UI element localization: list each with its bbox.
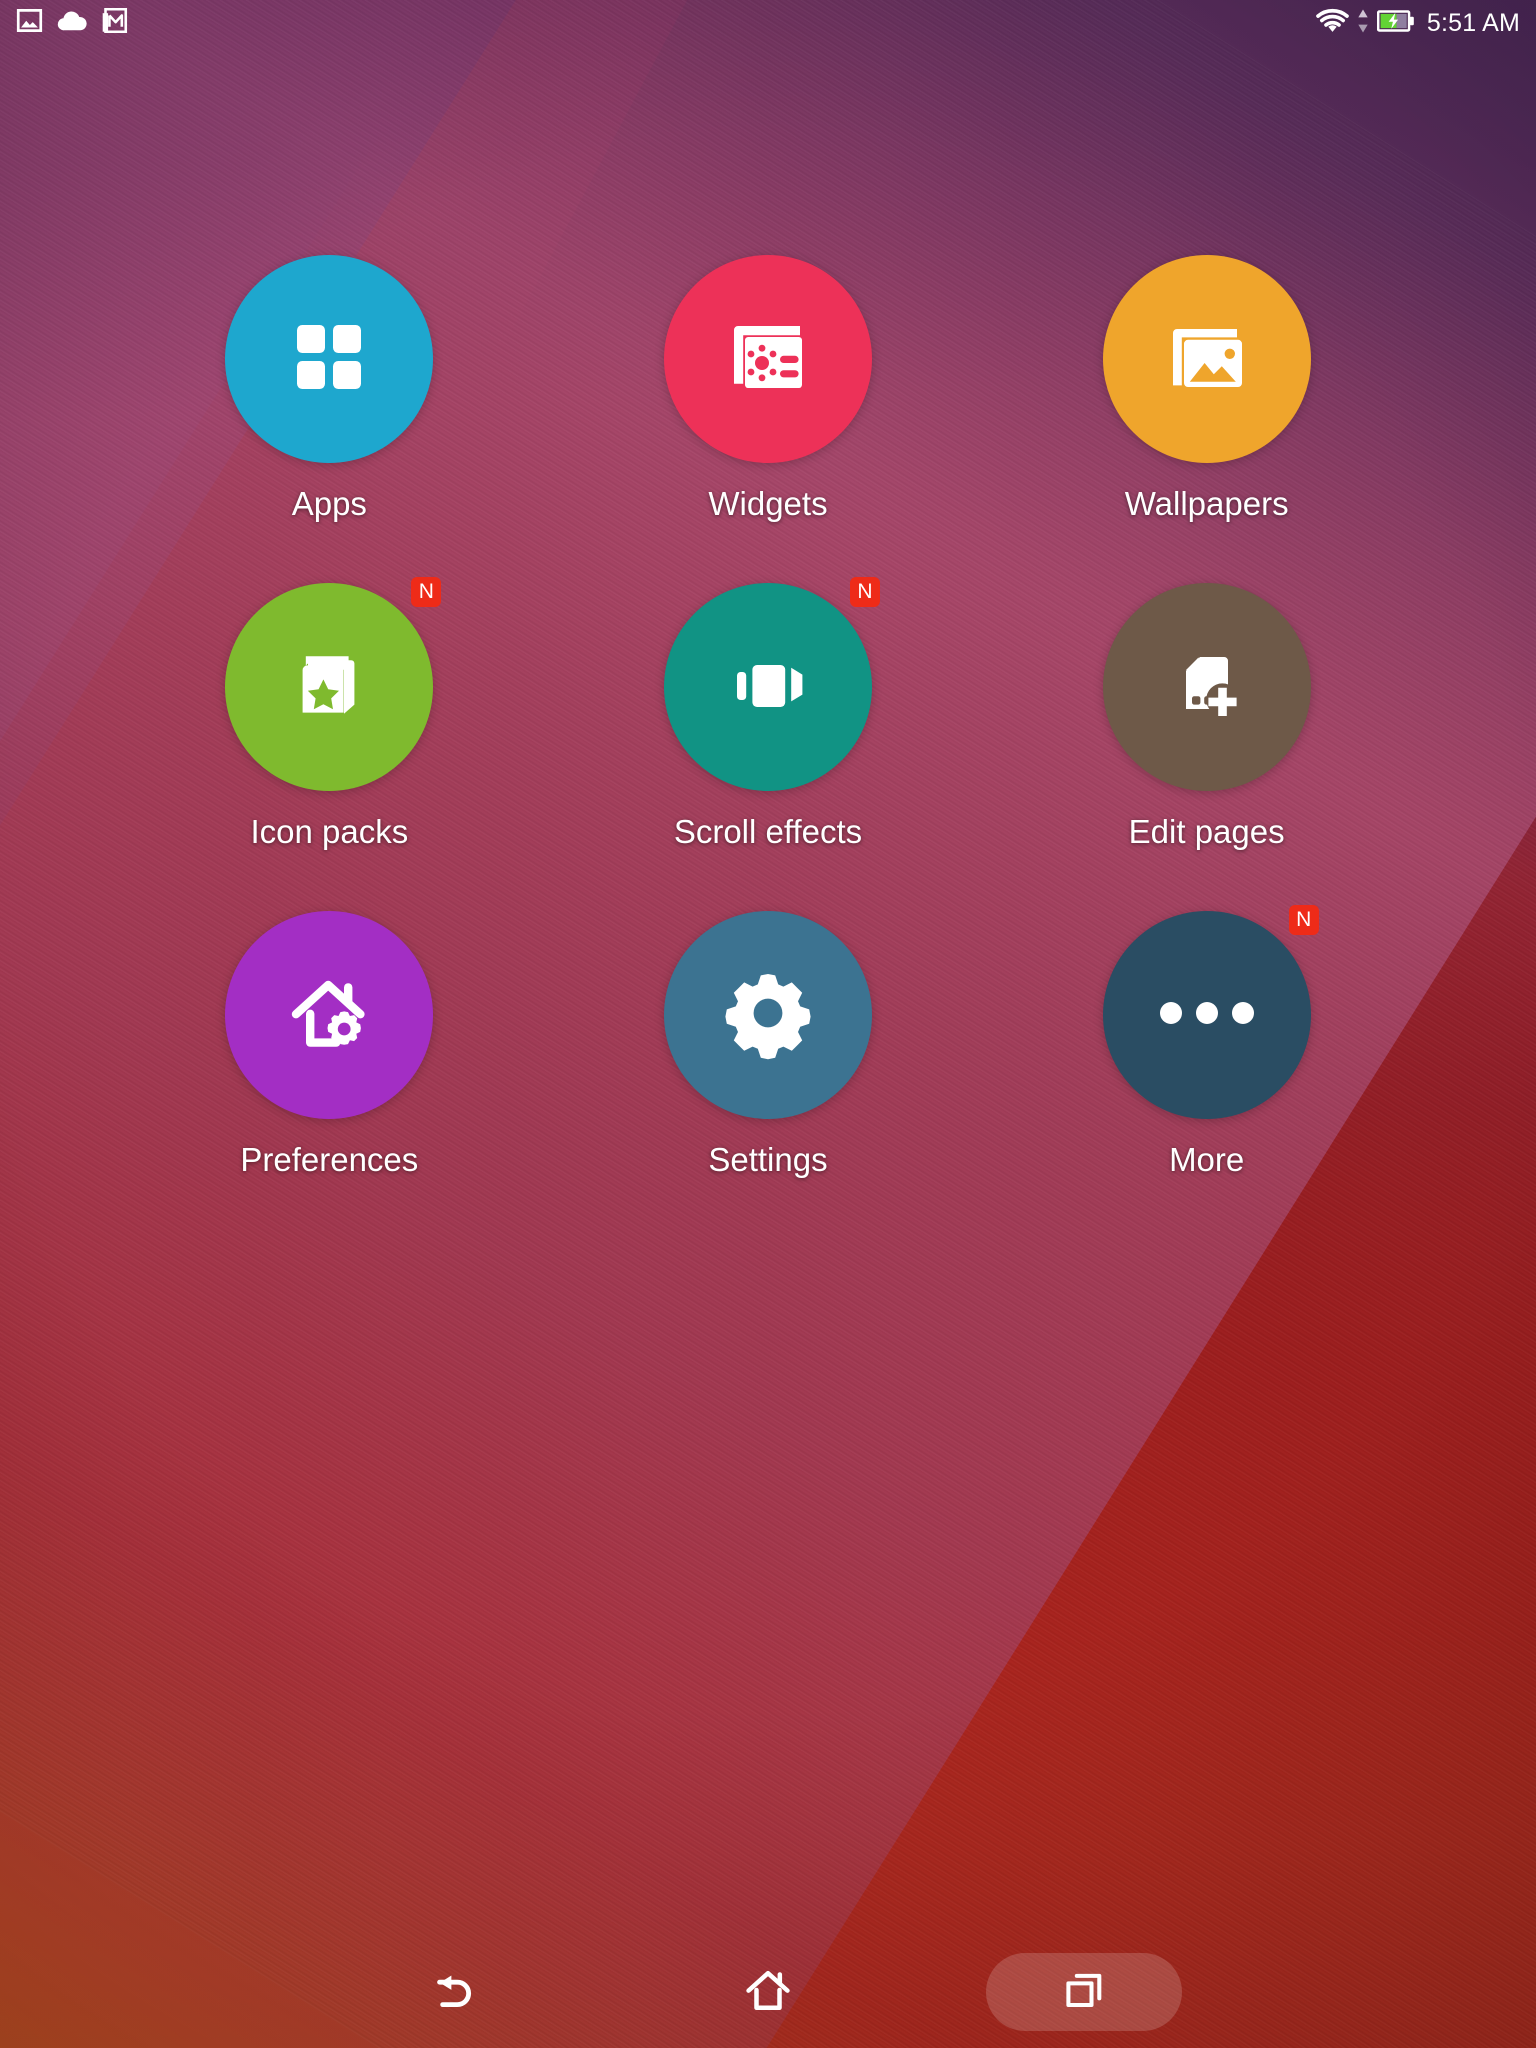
home-setting-label: Wallpapers [1124,485,1289,522]
home-setting-edit-pages[interactable]: Edit pages [987,583,1426,851]
page-add-icon [1159,637,1255,738]
new-badge: N [411,577,442,607]
widgets-circle[interactable] [663,255,872,463]
gmail-icon [101,7,128,39]
cloud-upload-icon [57,7,87,39]
wallpaper-photo-icon [1157,307,1257,412]
gear-icon [716,961,820,1070]
new-badge: N [849,577,880,607]
status-bar-clock: 5:51 AM [1426,8,1520,37]
home-setting-widgets[interactable]: Widgets [549,255,988,523]
device-screen: 5:51 AM Apps Widgets Wallpapers N Icon p… [0,0,1536,2048]
home-setting-label: Widgets [708,485,828,522]
home-setting-label: Apps [291,485,367,522]
icon-packs-circle[interactable] [225,583,434,791]
wallpapers-circle[interactable] [1102,255,1311,463]
scroll-effect-icon [716,633,820,742]
home-setting-label: More [1169,1141,1245,1178]
new-badge: N [1288,905,1319,935]
screenshot-icon [16,7,43,39]
apps-grid-icon [281,309,377,410]
edit-pages-circle[interactable] [1102,583,1311,791]
home-setting-label: Edit pages [1128,813,1285,850]
back-button[interactable] [354,1953,550,2031]
wifi-icon [1316,8,1349,39]
battery-charging-icon [1376,9,1415,38]
status-bar-right-icons: 5:51 AM [1316,8,1520,39]
status-bar: 5:51 AM [0,0,1536,46]
home-settings-grid: Apps Widgets Wallpapers N Icon packs N S… [0,255,1536,1179]
home-setting-preferences[interactable]: Preferences [110,911,549,1179]
data-transfer-icon [1356,8,1370,39]
home-setting-label: Icon packs [250,813,409,850]
home-setting-icon-packs[interactable]: N Icon packs [110,577,549,851]
home-setting-settings[interactable]: Settings [549,911,988,1179]
home-button[interactable] [670,1953,866,2031]
home-setting-more[interactable]: N More [987,905,1426,1179]
more-dots-icon [1155,992,1259,1039]
recents-icon [1057,1963,1111,2022]
home-setting-scroll-effects[interactable]: N Scroll effects [549,577,988,851]
settings-circle[interactable] [663,911,872,1119]
home-gear-icon [277,961,381,1070]
scroll-effects-circle[interactable] [663,583,872,791]
preferences-circle[interactable] [225,911,434,1119]
widgets-card-icon [716,305,820,414]
status-bar-left-icons [16,7,128,39]
home-setting-label: Preferences [240,1141,419,1178]
home-setting-apps[interactable]: Apps [110,255,549,523]
home-icon [740,1962,796,2023]
home-setting-wallpapers[interactable]: Wallpapers [987,255,1426,523]
more-circle[interactable] [1102,911,1311,1119]
navigation-bar [0,1936,1536,2048]
back-arrow-icon [424,1962,480,2023]
icon-pack-book-icon [279,635,379,740]
apps-circle[interactable] [225,255,434,463]
home-setting-label: Scroll effects [673,813,863,850]
home-setting-label: Settings [708,1141,828,1178]
recents-button[interactable] [986,1953,1182,2031]
